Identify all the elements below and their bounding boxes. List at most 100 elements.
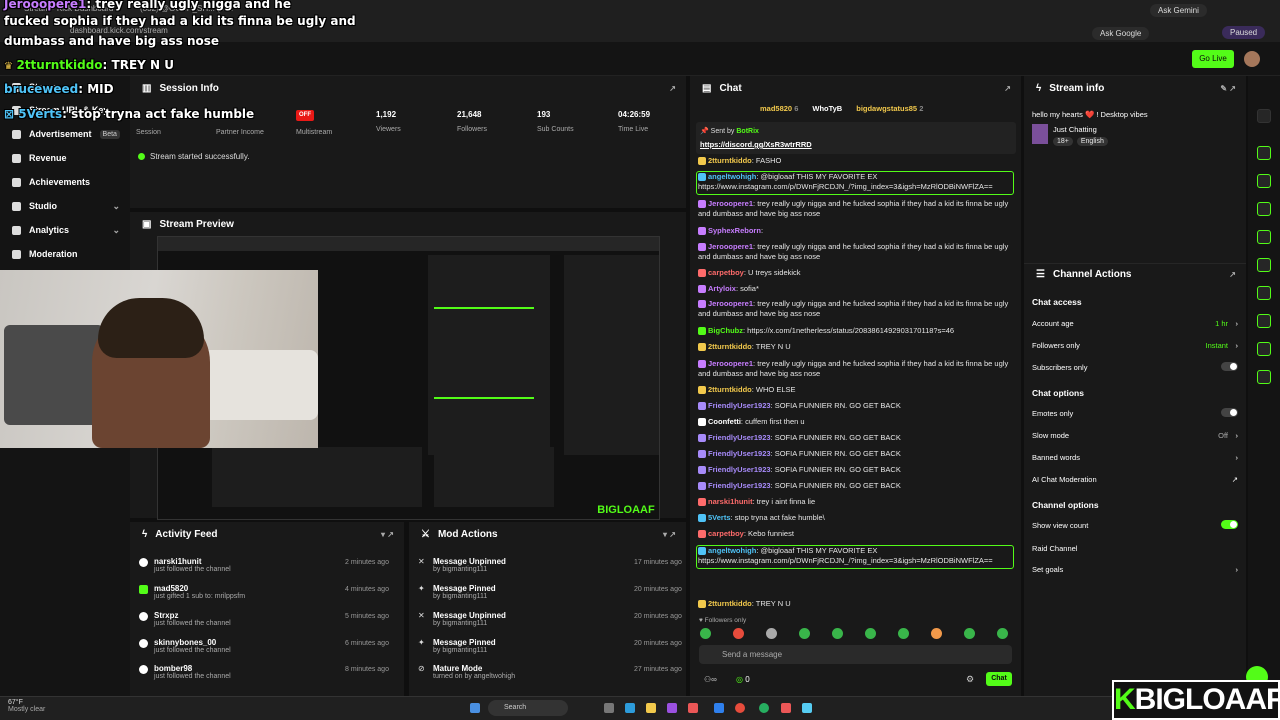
chat-message[interactable]: angeltwohigh: @bigloaaf THIS MY FAVORITE…	[698, 172, 1018, 192]
chat-message[interactable]: 2tturntkiddo: WHO ELSE	[698, 385, 1018, 395]
popout-icon[interactable]: ↗	[669, 84, 676, 93]
chat-username[interactable]: 2tturntkiddo	[708, 599, 752, 608]
ask-google-button[interactable]: Ask Google	[1092, 27, 1150, 40]
emote-icon[interactable]	[931, 628, 942, 639]
spotify-icon[interactable]	[759, 703, 769, 713]
weather-widget[interactable]: 67°F Mostly clear	[8, 699, 45, 713]
chat-username[interactable]: 2tturntkiddo	[708, 156, 752, 165]
set-goals-row[interactable]: Set goals ›	[1032, 565, 1238, 574]
bolt-icon[interactable]	[1257, 174, 1271, 188]
chat-message[interactable]: FriendlyUser1923: SOFIA FUNNIER RN. GO G…	[698, 449, 1018, 459]
chat-username[interactable]: FriendlyUser1923	[708, 465, 771, 474]
profile-button[interactable]: Paused	[1222, 26, 1266, 39]
chat-icon[interactable]	[1257, 230, 1271, 244]
chat-username[interactable]: SyphexReborn	[708, 226, 761, 235]
rail-tool-icon[interactable]	[1257, 146, 1271, 160]
sidebar-item-studio[interactable]: Studio ⌄	[12, 201, 120, 211]
chat-message[interactable]: angeltwohigh: @bigloaaf THIS MY FAVORITE…	[698, 546, 1018, 566]
chat-message[interactable]: carpetboy: U treys sidekick	[698, 268, 1018, 278]
pinned-link[interactable]: https://discord.gg/XsR3wtrRRD	[700, 140, 812, 149]
gifter[interactable]: WhoTyB	[812, 104, 842, 113]
sidebar-item-revenue[interactable]: Revenue	[12, 153, 120, 163]
popout-icon[interactable]: ↗	[1004, 84, 1011, 93]
target-icon[interactable]	[1257, 370, 1271, 384]
chat-message[interactable]: SyphexReborn:	[698, 226, 1018, 236]
chat-message[interactable]: 2tturntkiddo: TREY N U	[698, 599, 1018, 609]
chat-message[interactable]: Jerooopere1: trey really ugly nigga and …	[698, 199, 1018, 219]
chat-message[interactable]: Artyloix: sofia*	[698, 284, 1018, 294]
chat-username[interactable]: FriendlyUser1923	[708, 401, 771, 410]
chat-message[interactable]: Jerooopere1: trey really ugly nigga and …	[698, 242, 1018, 262]
chat-username[interactable]: 5Verts	[708, 513, 731, 522]
chat-username[interactable]: 2tturntkiddo	[708, 385, 752, 394]
chat-message[interactable]: BigChubz: https://x.com/1netherless/stat…	[698, 326, 1018, 336]
chat-username[interactable]: Jerooopere1	[708, 359, 753, 368]
ai-moderation-row[interactable]: AI Chat Moderation ↗	[1032, 475, 1238, 484]
raid-channel-row[interactable]: Raid Channel	[1032, 544, 1238, 553]
slow-mode-row[interactable]: Slow mode Off ›	[1032, 431, 1238, 440]
pencil-icon[interactable]	[1257, 109, 1271, 123]
explorer-icon[interactable]	[646, 703, 656, 713]
app-icon[interactable]	[802, 703, 812, 713]
wrench-icon[interactable]	[1257, 314, 1271, 328]
stream-category[interactable]: Just Chatting	[1053, 125, 1097, 134]
sliders-icon[interactable]	[1257, 286, 1271, 300]
chat-message[interactable]: 2tturntkiddo: FASHO	[698, 156, 1018, 166]
chat-message[interactable]: carpetboy: Kebo funniest	[698, 529, 1018, 539]
emote-icon[interactable]	[832, 628, 843, 639]
app-icon[interactable]	[667, 703, 677, 713]
show-view-count-toggle[interactable]	[1221, 520, 1238, 529]
chat-message[interactable]: 5Verts: stop tryna act fake humble\	[698, 513, 1018, 523]
emote-icon[interactable]	[766, 628, 777, 639]
banned-words-row[interactable]: Banned words ›	[1032, 453, 1238, 462]
subscribers-only-row[interactable]: Subscribers only	[1032, 362, 1238, 372]
app-icon[interactable]	[688, 703, 698, 713]
chat-username[interactable]: FriendlyUser1923	[708, 433, 771, 442]
chat-username[interactable]: Jerooopere1	[708, 199, 753, 208]
edge-icon[interactable]	[625, 703, 635, 713]
app-icon[interactable]	[781, 703, 791, 713]
emote-icon[interactable]	[898, 628, 909, 639]
chat-message[interactable]: FriendlyUser1923: SOFIA FUNNIER RN. GO G…	[698, 465, 1018, 475]
chat-username[interactable]: Artyloix	[708, 284, 736, 293]
emote-icon[interactable]	[997, 628, 1008, 639]
go-live-button[interactable]: Go Live	[1192, 50, 1234, 68]
chat-username[interactable]: carpetboy	[708, 529, 744, 538]
emote-icon[interactable]	[865, 628, 876, 639]
chat-message[interactable]: Jerooopere1: trey really ugly nigga and …	[698, 359, 1018, 379]
gear-icon[interactable]: ⚙	[966, 674, 974, 685]
followers-only-row[interactable]: Followers only Instant ›	[1032, 341, 1238, 350]
emote-icon[interactable]	[799, 628, 810, 639]
sidebar-item-analytics[interactable]: Analytics ⌄	[12, 225, 120, 235]
emotes-only-toggle[interactable]	[1221, 408, 1238, 417]
chat-username[interactable]: BigChubz	[708, 326, 743, 335]
edit-icon[interactable]: ✎ ↗	[1220, 84, 1236, 93]
store-icon[interactable]	[714, 703, 724, 713]
sidebar-item-advertisement[interactable]: Advertisement Beta	[12, 129, 120, 139]
chrome-icon[interactable]	[735, 703, 745, 713]
windows-start-icon[interactable]	[470, 703, 480, 713]
users-icon[interactable]: ⚇∞	[704, 675, 717, 684]
account-age-row[interactable]: Account age 1 hr ›	[1032, 319, 1238, 328]
chat-message[interactable]: Jerooopere1: trey really ugly nigga and …	[698, 299, 1018, 319]
chat-username[interactable]: Coonfetti	[708, 417, 741, 426]
chat-message[interactable]: FriendlyUser1923: SOFIA FUNNIER RN. GO G…	[698, 433, 1018, 443]
chat-message[interactable]: Coonfetti: cuffem first then u	[698, 417, 1018, 427]
share-icon[interactable]	[1257, 342, 1271, 356]
taskbar-search[interactable]: Search	[488, 700, 568, 716]
chat-username[interactable]: Jerooopere1	[708, 299, 753, 308]
chat-username[interactable]: FriendlyUser1923	[708, 481, 771, 490]
subscribers-only-toggle[interactable]	[1221, 362, 1238, 371]
chat-username[interactable]: angeltwohigh	[708, 172, 756, 181]
ask-gemini-button[interactable]: Ask Gemini	[1150, 4, 1207, 17]
chat-username[interactable]: FriendlyUser1923	[708, 449, 771, 458]
popout-icon[interactable]: ↗	[1229, 270, 1236, 279]
chat-input[interactable]: Send a message	[699, 645, 1012, 664]
chat-username[interactable]: angeltwohigh	[708, 546, 756, 555]
avatar[interactable]	[1244, 51, 1260, 67]
gifter[interactable]: bigdawgstatus85 2	[856, 104, 923, 113]
chat-username[interactable]: Jerooopere1	[708, 242, 753, 251]
chat-message[interactable]: 2tturntkiddo: TREY N U	[698, 342, 1018, 352]
chat-message[interactable]: narski1hunit: trey i aint finna lie	[698, 497, 1018, 507]
sidebar-item-moderation[interactable]: Moderation	[12, 249, 120, 259]
